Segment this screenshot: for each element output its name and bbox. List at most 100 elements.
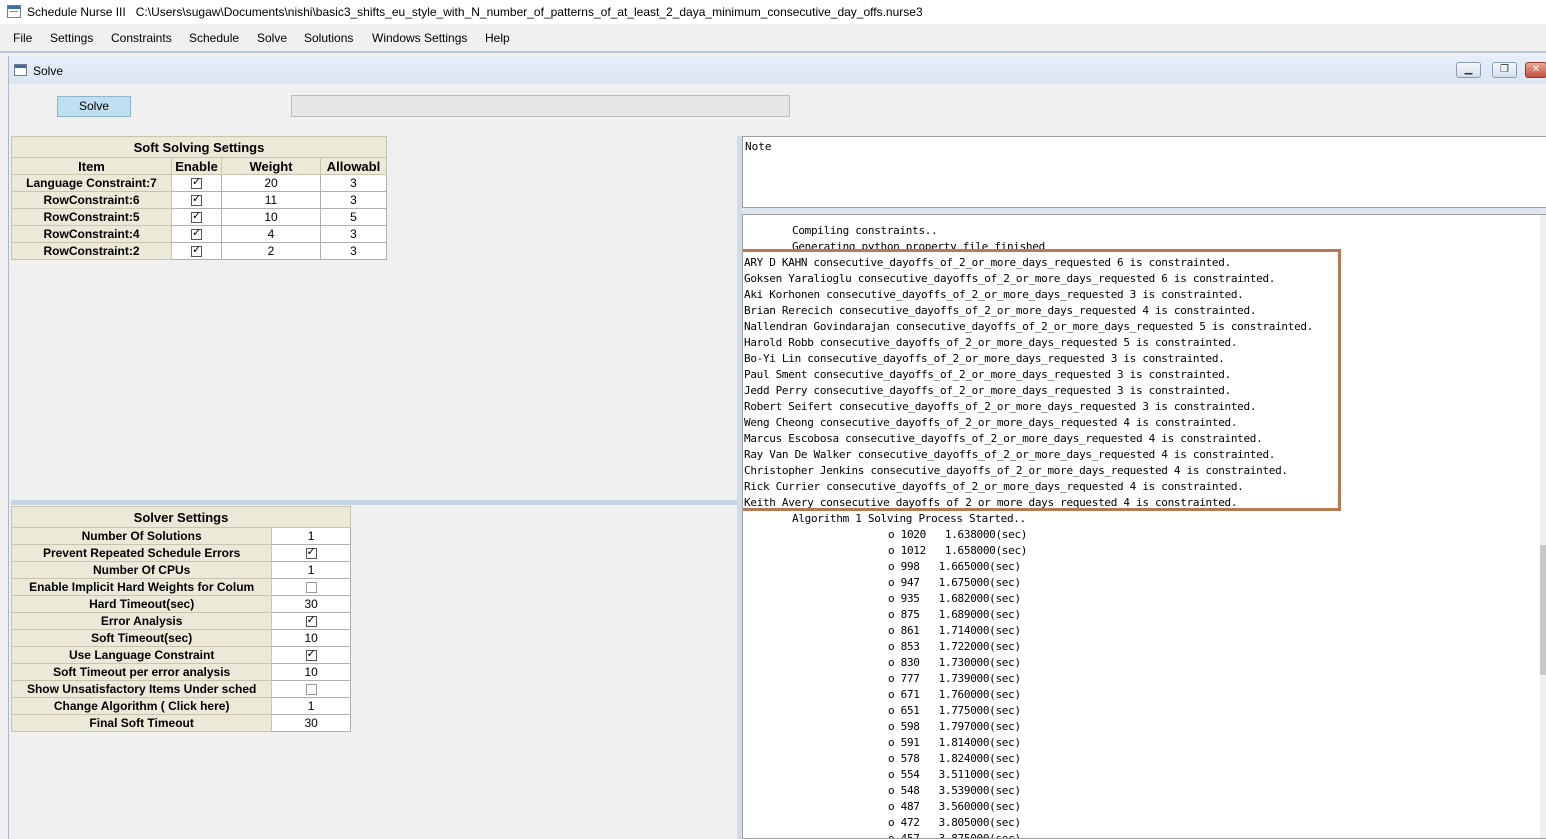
allowable-cell[interactable]: 3 (320, 174, 387, 192)
col-header-weight[interactable]: Weight (221, 157, 321, 175)
enable-cell[interactable] (171, 225, 222, 243)
row-label[interactable]: Soft Timeout per error analysis (10, 663, 273, 681)
allowable-cell[interactable]: 3 (320, 225, 387, 243)
menu-bar: File Settings Constraints Schedule Solve… (0, 28, 1546, 49)
table-row: Change Algorithm ( Click here) 1 (10, 697, 351, 715)
menu-separator (0, 51, 1546, 53)
weight-cell[interactable]: 20 (221, 174, 321, 192)
check-cell[interactable] (271, 544, 351, 562)
row-label[interactable]: Prevent Repeated Schedule Errors (10, 544, 273, 562)
menu-solve[interactable]: Solve (257, 31, 287, 45)
window-icon (14, 64, 27, 76)
log-progress-line: o 671 1.760000(sec) (888, 688, 1021, 701)
row-label[interactable]: Show Unsatisfactory Items Under sched (10, 680, 273, 698)
log-progress-line: o 875 1.689000(sec) (888, 608, 1021, 621)
col-header-item[interactable]: Item (11, 157, 172, 175)
row-label[interactable]: Number Of CPUs (10, 561, 273, 579)
solve-button[interactable]: Solve (57, 96, 131, 117)
row-label[interactable]: Soft Timeout(sec) (10, 629, 273, 647)
value-cell[interactable]: 1 (271, 697, 351, 715)
weight-cell[interactable]: 11 (221, 191, 321, 209)
table-row: Final Soft Timeout 30 (10, 714, 351, 732)
minimize-icon: ▁ (1464, 64, 1473, 75)
enable-cell[interactable] (171, 191, 222, 209)
enable-cell[interactable] (171, 208, 222, 226)
table-row: RowConstraint:4 4 3 (11, 225, 387, 243)
log-progress-line: o 554 3.511000(sec) (888, 768, 1021, 781)
check-cell[interactable] (271, 646, 351, 664)
row-label[interactable]: Enable Implicit Hard Weights for Colum (10, 578, 273, 596)
row-label[interactable]: RowConstraint:4 (11, 225, 172, 243)
note-textbox[interactable]: Note (742, 136, 1546, 208)
row-label[interactable]: Number Of Solutions (10, 527, 273, 545)
row-label[interactable]: Change Algorithm ( Click here) (10, 697, 273, 715)
enable-checkbox[interactable] (191, 244, 202, 258)
menu-settings[interactable]: Settings (50, 31, 93, 45)
soft-settings-table: Soft Solving Settings Item Enable Weight… (11, 136, 387, 260)
restore-button[interactable]: ❐ (1492, 62, 1517, 78)
minimize-button[interactable]: ▁ (1456, 62, 1481, 78)
menu-windows-settings[interactable]: Windows Settings (372, 31, 467, 45)
progress-bar (291, 95, 790, 117)
weight-cell[interactable]: 10 (221, 208, 321, 226)
value-cell[interactable]: 30 (271, 714, 351, 732)
enable-cell[interactable] (171, 174, 222, 192)
row-label[interactable]: RowConstraint:2 (11, 242, 172, 260)
title-bar: Schedule Nurse III C:\Users\sugaw\Docume… (0, 0, 1546, 24)
value-cell[interactable]: 30 (271, 595, 351, 613)
close-icon: ✕ (1531, 64, 1541, 75)
row-label[interactable]: RowConstraint:6 (11, 191, 172, 209)
value-cell[interactable]: 10 (271, 629, 351, 647)
row-label[interactable]: Hard Timeout(sec) (10, 595, 273, 613)
table-row: RowConstraint:6 11 3 (11, 191, 387, 209)
menu-solutions[interactable]: Solutions (304, 31, 353, 45)
row-label[interactable]: Error Analysis (10, 612, 273, 630)
checkbox[interactable] (305, 546, 317, 560)
menu-file[interactable]: File (13, 31, 32, 45)
enable-checkbox[interactable] (191, 210, 202, 224)
row-label[interactable]: RowConstraint:5 (11, 208, 172, 226)
row-label[interactable]: Use Language Constraint (10, 646, 273, 664)
checkbox[interactable] (305, 614, 317, 628)
checkbox[interactable] (305, 582, 317, 594)
checkbox[interactable] (305, 648, 317, 662)
col-header-enable[interactable]: Enable (171, 157, 222, 175)
solver-settings-title: Solver Settings (11, 506, 351, 528)
log-output[interactable]: Compiling constraints.. Generating python… (742, 214, 1546, 839)
checkbox[interactable] (305, 684, 317, 696)
scrollbar-thumb[interactable] (1540, 545, 1546, 675)
solve-window-title: Solve (33, 64, 64, 78)
menu-schedule[interactable]: Schedule (189, 31, 239, 45)
check-cell[interactable] (271, 612, 351, 630)
weight-cell[interactable]: 2 (221, 242, 321, 260)
allowable-cell[interactable]: 3 (320, 242, 387, 260)
log-scrollbar[interactable] (1540, 215, 1546, 838)
soft-settings-title: Soft Solving Settings (11, 136, 387, 158)
table-row: Language Constraint:7 20 3 (11, 174, 387, 192)
close-button[interactable]: ✕ (1525, 62, 1546, 78)
log-progress-line: o 861 1.714000(sec) (888, 624, 1021, 637)
value-cell[interactable]: 1 (271, 561, 351, 579)
restore-icon: ❐ (1500, 64, 1509, 75)
menu-help[interactable]: Help (485, 31, 510, 45)
enable-checkbox[interactable] (191, 193, 202, 207)
log-progress-line: o 598 1.797000(sec) (888, 720, 1021, 733)
value-cell[interactable]: 1 (271, 527, 351, 545)
horizontal-splitter[interactable] (11, 500, 739, 505)
allowable-cell[interactable]: 5 (320, 208, 387, 226)
window-title: Schedule Nurse III C:\Users\sugaw\Docume… (27, 5, 923, 19)
check-cell[interactable] (271, 578, 351, 596)
col-header-allowable[interactable]: Allowabl (320, 157, 387, 175)
menu-constraints[interactable]: Constraints (111, 31, 172, 45)
enable-checkbox[interactable] (191, 227, 202, 241)
table-row: RowConstraint:2 2 3 (11, 242, 387, 260)
row-label[interactable]: Language Constraint:7 (11, 174, 172, 192)
value-cell[interactable]: 10 (271, 663, 351, 681)
row-label[interactable]: Final Soft Timeout (10, 714, 273, 732)
table-row: RowConstraint:5 10 5 (11, 208, 387, 226)
enable-checkbox[interactable] (191, 176, 202, 190)
check-cell[interactable] (271, 680, 351, 698)
weight-cell[interactable]: 4 (221, 225, 321, 243)
allowable-cell[interactable]: 3 (320, 191, 387, 209)
enable-cell[interactable] (171, 242, 222, 260)
